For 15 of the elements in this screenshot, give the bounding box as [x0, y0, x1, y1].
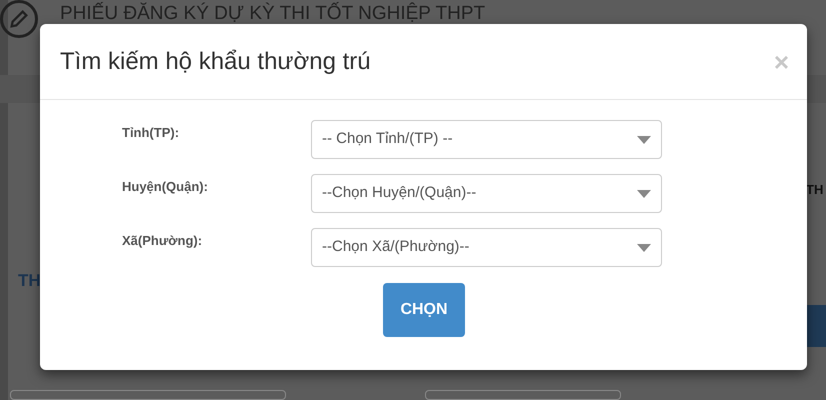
pencil-icon: [0, 0, 38, 38]
choose-button[interactable]: CHỌN: [383, 283, 465, 337]
page-text: TH: [806, 181, 824, 199]
page-title: PHIẾU ĐĂNG KÝ DỰ KỲ THI TỐT NGHIỆP THPT: [60, 1, 486, 23]
field-label: Tỉnh(TP):: [122, 124, 180, 142]
dropdown-caret-icon: [637, 136, 651, 144]
modal-title: Tìm kiếm hộ khẩu thường trú: [60, 46, 371, 76]
dropdown-caret-icon: [637, 190, 651, 198]
select-field[interactable]: --Chọn Huyện/(Quận)--: [311, 174, 662, 213]
select-field[interactable]: --Chọn Xã/(Phường)--: [311, 228, 662, 267]
page-heading: TH: [18, 270, 41, 292]
field-label: Xã(Phường):: [122, 232, 204, 250]
field-label: Huyện(Quận):: [122, 178, 209, 196]
select-field[interactable]: -- Chọn Tỉnh/(TP) --: [311, 120, 662, 159]
dropdown-caret-icon: [637, 244, 651, 252]
